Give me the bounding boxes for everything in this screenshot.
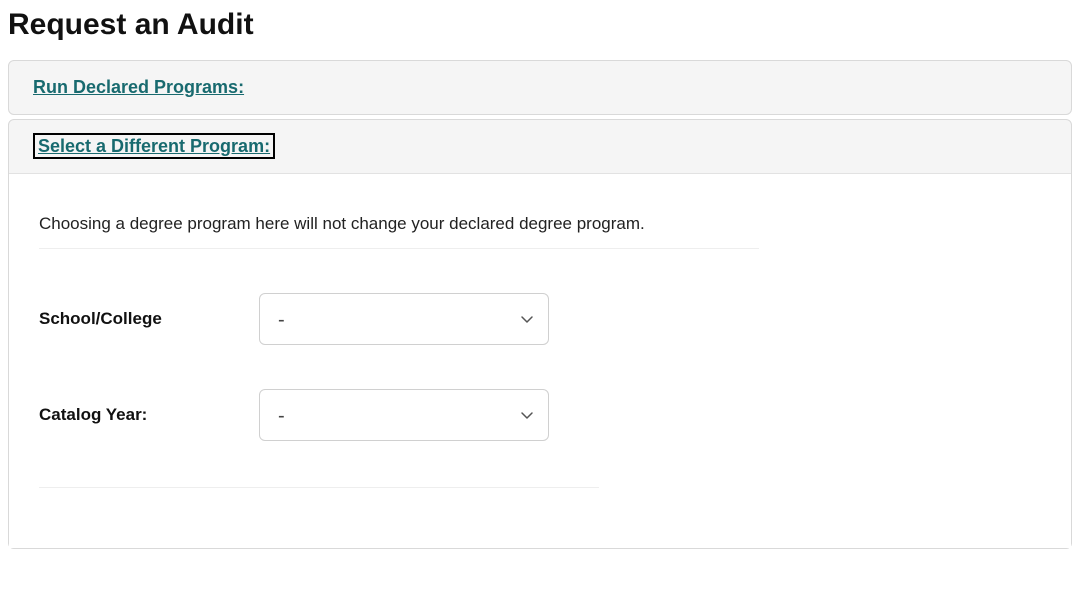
divider: [39, 487, 599, 488]
page-title: Request an Audit: [8, 8, 1072, 42]
row-school-college: School/College -: [39, 271, 599, 367]
panel-select-program: Select a Different Program: Choosing a d…: [8, 119, 1072, 549]
catalog-year-select-wrap: -: [259, 389, 549, 441]
panel-run-declared: Run Declared Programs:: [8, 60, 1072, 115]
label-catalog-year: Catalog Year:: [39, 405, 259, 425]
panel-body-select-program: Choosing a degree program here will not …: [9, 173, 1071, 548]
school-college-select[interactable]: -: [259, 293, 549, 345]
info-text: Choosing a degree program here will not …: [39, 214, 759, 249]
run-declared-programs-link[interactable]: Run Declared Programs:: [33, 77, 244, 97]
panel-header-select-program: Select a Different Program:: [9, 120, 1071, 173]
school-college-select-wrap: -: [259, 293, 549, 345]
label-school-college: School/College: [39, 309, 259, 329]
panel-header-run-declared: Run Declared Programs:: [9, 61, 1071, 114]
row-catalog-year: Catalog Year: -: [39, 367, 599, 463]
catalog-year-select[interactable]: -: [259, 389, 549, 441]
select-different-program-link[interactable]: Select a Different Program:: [33, 133, 275, 159]
